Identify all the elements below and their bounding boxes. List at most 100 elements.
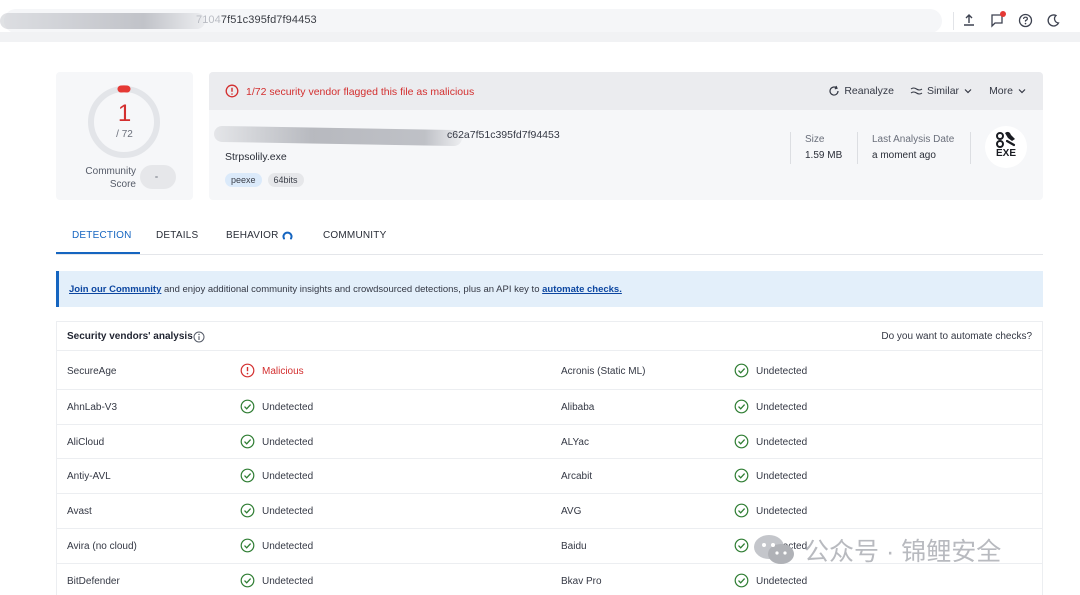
tab-details[interactable]: DETAILS — [156, 230, 198, 241]
redaction-smear — [0, 13, 205, 29]
meta-divider — [970, 132, 971, 164]
check-circle-icon — [734, 468, 749, 486]
summary-actions: Reanalyze Similar More — [828, 85, 1027, 97]
check-circle-icon — [240, 434, 255, 452]
size-value: 1.59 MB — [805, 150, 843, 161]
detection-alert-text: 1/72 security vendor flagged this file a… — [246, 86, 475, 98]
vendor-result: Undetected — [734, 434, 808, 448]
automate-checks-prompt[interactable]: Do you want to automate checks? — [881, 331, 1032, 342]
tag-peexe[interactable]: peexe — [225, 173, 262, 187]
meta-divider — [857, 132, 858, 164]
check-circle-icon — [734, 434, 749, 452]
tag-64bits[interactable]: 64bits — [267, 173, 304, 187]
file-type-label: EXE — [995, 148, 1016, 159]
vendor-result-label: Undetected — [262, 401, 314, 413]
file-summary-card: 1/72 security vendor flagged this file a… — [209, 72, 1043, 200]
wechat-icon — [754, 535, 794, 564]
vendor-result-label: Undetected — [756, 401, 808, 413]
score-dot — [155, 176, 158, 178]
theme-moon-icon[interactable] — [1044, 11, 1062, 29]
table-row: AhnLab-V3 Undetected Alibaba Undetected — [57, 388, 1042, 424]
check-circle-icon — [734, 363, 749, 381]
watermark: 公众号 · 锦鲤安全 — [752, 532, 1001, 568]
vendors-title: Security vendors' analysis — [67, 331, 193, 342]
vendor-result: Undetected — [240, 399, 314, 414]
similar-button[interactable]: Similar — [910, 85, 973, 97]
check-circle-icon — [240, 468, 255, 486]
vendor-result: Undetected — [734, 503, 807, 518]
join-community-link[interactable]: Join our Community — [69, 284, 161, 295]
vendor-result-label: Undetected — [756, 366, 808, 377]
check-circle-icon — [734, 573, 749, 591]
meta-divider — [790, 132, 791, 164]
tab-detection[interactable]: DETECTION — [72, 230, 132, 241]
vendor-result-label: Undetected — [262, 540, 314, 552]
check-circle-icon — [240, 573, 255, 591]
vendor-name: AVG — [561, 506, 582, 518]
vendor-result-label: Undetected — [756, 436, 808, 448]
vendor-name: BitDefender — [67, 575, 120, 587]
help-icon[interactable] — [1016, 11, 1034, 29]
vendor-result: Malicious — [240, 363, 304, 378]
detection-count: 1 — [117, 100, 132, 127]
vendor-name: Alibaba — [561, 401, 595, 413]
alert-bar: 1/72 security vendor flagged this file a… — [209, 72, 1043, 110]
search-input-value: 71047f51c395fd7f94453 — [196, 14, 317, 26]
table-row: SecureAge Malicious Acronis (Static ML) Und… — [57, 354, 1042, 389]
last-analysis-label: Last Analysis Date — [872, 134, 955, 145]
table-row: Avast Undetected AVG Undetected — [57, 493, 1042, 528]
more-button[interactable]: More — [989, 85, 1027, 97]
check-circle-icon — [734, 399, 749, 417]
refresh-icon — [829, 85, 839, 96]
report-tabs: DETECTION DETAILS BEHAVIOR COMMUNITY — [56, 219, 1043, 255]
vendor-result: Undetected — [240, 538, 314, 553]
file-type-badge: EXE — [985, 126, 1027, 168]
toolbar-icons — [960, 11, 1062, 29]
community-score-label: Community Score — [85, 166, 136, 190]
alert-circle-icon — [225, 84, 239, 103]
community-score-pill[interactable] — [140, 165, 176, 189]
vendor-result: Undetected — [734, 468, 808, 483]
banner-text: Join our Community and enjoy additional … — [69, 284, 622, 295]
flag-icon[interactable] — [988, 11, 1006, 29]
vendor-result-label: Undetected — [756, 471, 808, 483]
file-tags: peexe 64bits — [225, 173, 304, 187]
similar-icon — [910, 87, 923, 95]
automate-checks-link[interactable]: automate checks. — [542, 284, 622, 295]
check-circle-icon — [240, 503, 255, 521]
vendor-result-label: Undetected — [262, 471, 314, 483]
vendor-name: Arcabit — [561, 471, 593, 483]
loading-spinner-icon — [282, 231, 293, 240]
last-analysis-value: a moment ago — [872, 150, 936, 161]
reanalyze-label: Reanalyze — [844, 85, 894, 97]
vendor-result: Undetected — [240, 573, 313, 588]
upload-icon[interactable] — [960, 11, 978, 29]
alert-circle-icon — [240, 363, 255, 381]
last-analysis: Last Analysis Date a moment ago — [872, 132, 954, 164]
engine-total: / 72 — [116, 129, 133, 140]
info-icon[interactable] — [193, 330, 205, 348]
tab-community[interactable]: COMMUNITY — [323, 230, 386, 241]
file-hash: c62a7f51c395fd7f94453 — [447, 129, 560, 141]
vendor-name: Bkav Pro — [561, 575, 602, 587]
check-circle-icon — [240, 399, 255, 417]
vendor-name: SecureAge — [67, 366, 117, 377]
reanalyze-button[interactable]: Reanalyze — [828, 85, 894, 97]
chevron-down-icon — [964, 89, 972, 94]
check-circle-icon — [240, 538, 255, 556]
vendor-result-label: Undetected — [262, 436, 314, 448]
topbar-shadow — [0, 32, 1080, 42]
vendor-result: Undetected — [240, 503, 313, 518]
more-label: More — [989, 85, 1013, 97]
vendor-result: Undetected — [240, 434, 314, 448]
tab-behavior[interactable]: BEHAVIOR — [226, 230, 279, 241]
file-name: Strpsolily.exe — [225, 151, 287, 163]
vendor-name: Acronis (Static ML) — [561, 366, 646, 377]
redaction-smear — [213, 125, 463, 147]
vendor-name: Avira (no cloud) — [67, 540, 137, 552]
check-circle-icon — [734, 538, 749, 556]
vendor-name: Antiy-AVL — [67, 471, 111, 483]
vendor-result: Undetected — [734, 399, 808, 414]
community-score-card: 1 / 72 Community Score — [56, 72, 193, 200]
vendor-name: AhnLab-V3 — [67, 401, 118, 413]
